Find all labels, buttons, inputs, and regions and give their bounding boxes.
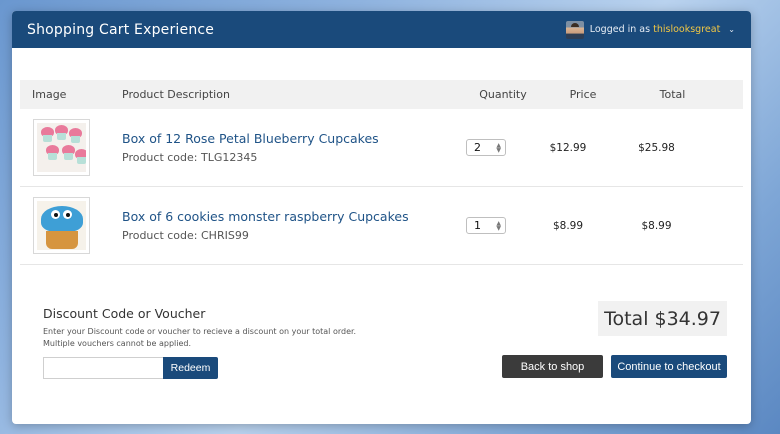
cookie-monster-cupcake-image <box>37 201 86 250</box>
product-name[interactable]: Box of 12 Rose Petal Blueberry Cupcakes <box>122 131 445 146</box>
column-header-total: Total <box>659 88 686 101</box>
column-header-description: Product Description <box>122 88 230 101</box>
back-to-shop-button[interactable]: Back to shop <box>502 355 603 378</box>
item-total: $8.99 <box>641 219 672 232</box>
logged-in-label: Logged in as thislooksgreat <box>590 24 721 35</box>
product-description: Box of 12 Rose Petal Blueberry Cupcakes … <box>90 131 445 164</box>
order-total: Total $34.97 <box>598 301 727 336</box>
item-total: $25.98 <box>638 141 675 154</box>
discount-section: Discount Code or Voucher Enter your Disc… <box>43 306 403 350</box>
item-price: $8.99 <box>552 219 584 232</box>
redeem-button[interactable]: Redeem <box>163 357 218 379</box>
product-code: Product code: CHRIS99 <box>122 229 249 242</box>
logged-in-prefix: Logged in as <box>589 24 651 35</box>
spinner-arrows-icon[interactable]: ▲ ▼ <box>496 220 501 231</box>
product-thumbnail[interactable] <box>33 197 90 254</box>
discount-help-line-1: Enter your Discount code or voucher to r… <box>43 327 357 336</box>
product-name[interactable]: Box of 6 cookies monster raspberry Cupca… <box>122 209 445 224</box>
quantity-value: 1 <box>474 219 481 232</box>
app-header: Shopping Cart Experience Logged in as th… <box>12 11 751 48</box>
avatar <box>565 20 584 39</box>
quantity-stepper[interactable]: 2 ▲ ▼ <box>466 139 506 156</box>
discount-help-line-2: Multiple vouchers cannot be applied. <box>43 339 192 348</box>
chevron-down-icon[interactable]: ⌄ <box>728 25 735 34</box>
quantity-cell: 2 ▲ ▼ <box>445 139 527 156</box>
user-menu[interactable]: Logged in as thislooksgreat ⌄ <box>565 20 735 39</box>
continue-to-checkout-button[interactable]: Continue to checkout <box>611 355 727 378</box>
app-title: Shopping Cart Experience <box>27 21 215 38</box>
table-row: Box of 12 Rose Petal Blueberry Cupcakes … <box>20 109 743 187</box>
username: thislooksgreat <box>653 24 721 35</box>
quantity-value: 2 <box>474 141 481 154</box>
table-row: Box of 6 cookies monster raspberry Cupca… <box>20 187 743 265</box>
cart-window: Shopping Cart Experience Logged in as th… <box>12 11 751 424</box>
spinner-arrows-icon[interactable]: ▲ ▼ <box>496 142 501 153</box>
table-header: Image Product Description Quantity Price… <box>20 80 743 109</box>
cupcakes-image <box>37 123 86 172</box>
column-header-price: Price <box>569 88 597 101</box>
discount-title: Discount Code or Voucher <box>43 306 206 321</box>
item-price: $12.99 <box>549 141 587 154</box>
product-description: Box of 6 cookies monster raspberry Cupca… <box>90 209 445 242</box>
cart-table: Image Product Description Quantity Price… <box>20 80 743 265</box>
redeem-row: Redeem <box>43 357 218 379</box>
column-header-image: Image <box>32 88 67 101</box>
column-header-quantity: Quantity <box>479 88 527 101</box>
quantity-cell: 1 ▲ ▼ <box>445 217 527 234</box>
quantity-stepper[interactable]: 1 ▲ ▼ <box>466 217 506 234</box>
product-thumbnail[interactable] <box>33 119 90 176</box>
discount-code-input[interactable] <box>43 357 163 379</box>
product-code: Product code: TLG12345 <box>122 151 258 164</box>
